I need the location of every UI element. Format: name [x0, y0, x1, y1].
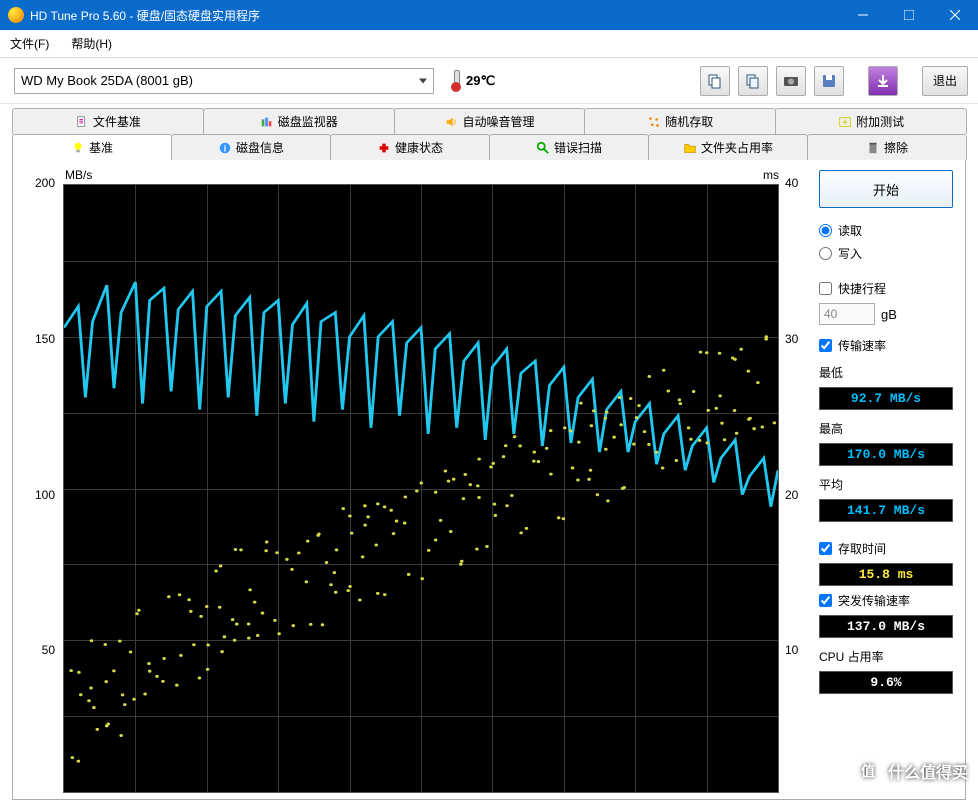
write-radio[interactable]: 写入 [819, 245, 953, 262]
burst-value: 137.0 MB/s [819, 615, 953, 638]
transfer-checkbox[interactable]: 传输速率 [819, 337, 953, 354]
toolbar: WD My Book 25DA (8001 gB) 29℃ 退出 [0, 58, 978, 104]
burst-checkbox[interactable]: 突发传输速率 [819, 592, 953, 609]
download-button[interactable] [868, 66, 898, 96]
min-value: 92.7 MB/s [819, 387, 953, 410]
tab-file-bench[interactable]: 文件基准 [12, 108, 204, 134]
tab-random[interactable]: 随机存取 [584, 108, 776, 134]
side-panel: 开始 读取 写入 快捷行程 gB 传输速率 最低 92.7 MB/s 最高 17… [809, 170, 959, 793]
minimize-button[interactable] [840, 0, 886, 30]
copy-text-button[interactable] [700, 66, 730, 96]
avg-label: 平均 [819, 476, 953, 493]
menubar: 文件(F) 帮助(H) [0, 30, 978, 58]
tab-bulb[interactable]: 基准 [12, 134, 172, 160]
file-bench-icon [75, 115, 89, 129]
menu-file[interactable]: 文件(F) [6, 33, 53, 54]
access-value: 15.8 ms [819, 563, 953, 586]
exit-button[interactable]: 退出 [922, 66, 968, 96]
tab-scan[interactable]: 错误扫描 [489, 134, 649, 160]
folder-icon [683, 141, 697, 155]
start-button[interactable]: 开始 [819, 170, 953, 208]
copy-data-button[interactable] [738, 66, 768, 96]
monitor-icon [260, 115, 274, 129]
save-button[interactable] [814, 66, 844, 96]
tab-extra[interactable]: 附加测试 [775, 108, 967, 134]
tabs-row-1: 文件基准磁盘监视器自动噪音管理随机存取附加测试 [12, 108, 966, 134]
erase-icon [866, 141, 880, 155]
info-icon: i [218, 141, 232, 155]
bulb-icon [71, 141, 85, 155]
titlebar: HD Tune Pro 5.60 - 硬盘/固态硬盘实用程序 [0, 0, 978, 30]
health-icon [377, 141, 391, 155]
shortstroke-checkbox[interactable]: 快捷行程 [819, 280, 953, 297]
scan-icon [536, 141, 550, 155]
tab-health[interactable]: 健康状态 [330, 134, 490, 160]
menu-help[interactable]: 帮助(H) [67, 33, 116, 54]
tab-monitor[interactable]: 磁盘监视器 [203, 108, 395, 134]
svg-text:i: i [224, 143, 226, 153]
watermark-icon: 值 [854, 757, 882, 785]
tab-info[interactable]: i磁盘信息 [171, 134, 331, 160]
temperature-display: 29℃ [450, 70, 495, 92]
content-area: MB/s 20015010050 ms 40302010 开始 读取 写入 快捷… [12, 160, 966, 800]
y-left-unit: MB/s [65, 168, 92, 182]
speaker-icon [444, 115, 458, 129]
temperature-value: 29℃ [466, 73, 495, 89]
cpu-value: 9.6% [819, 671, 953, 694]
tabs-row-2: 基准i磁盘信息健康状态错误扫描文件夹占用率擦除 [12, 134, 966, 160]
shortstroke-input[interactable] [819, 303, 875, 325]
extra-icon [838, 115, 852, 129]
screenshot-button[interactable] [776, 66, 806, 96]
min-label: 最低 [819, 364, 953, 381]
watermark: 值 什么值得买 [854, 757, 968, 785]
random-icon [647, 115, 661, 129]
cpu-label: CPU 占用率 [819, 648, 953, 665]
app-icon [8, 7, 24, 23]
maximize-button[interactable] [886, 0, 932, 30]
thermometer-icon [450, 70, 462, 92]
chart: MB/s 20015010050 ms 40302010 [19, 170, 809, 793]
read-radio[interactable]: 读取 [819, 222, 953, 239]
tab-erase[interactable]: 擦除 [807, 134, 967, 160]
y-right-unit: ms [763, 168, 779, 182]
tab-folder[interactable]: 文件夹占用率 [648, 134, 808, 160]
shortstroke-unit: gB [881, 307, 897, 322]
window-title: HD Tune Pro 5.60 - 硬盘/固态硬盘实用程序 [30, 7, 840, 24]
max-value: 170.0 MB/s [819, 443, 953, 466]
chart-canvas [63, 184, 779, 793]
tab-speaker[interactable]: 自动噪音管理 [394, 108, 586, 134]
access-checkbox[interactable]: 存取时间 [819, 540, 953, 557]
close-button[interactable] [932, 0, 978, 30]
max-label: 最高 [819, 420, 953, 437]
drive-select-value: WD My Book 25DA (8001 gB) [21, 73, 193, 88]
avg-value: 141.7 MB/s [819, 499, 953, 522]
drive-select[interactable]: WD My Book 25DA (8001 gB) [14, 68, 434, 94]
